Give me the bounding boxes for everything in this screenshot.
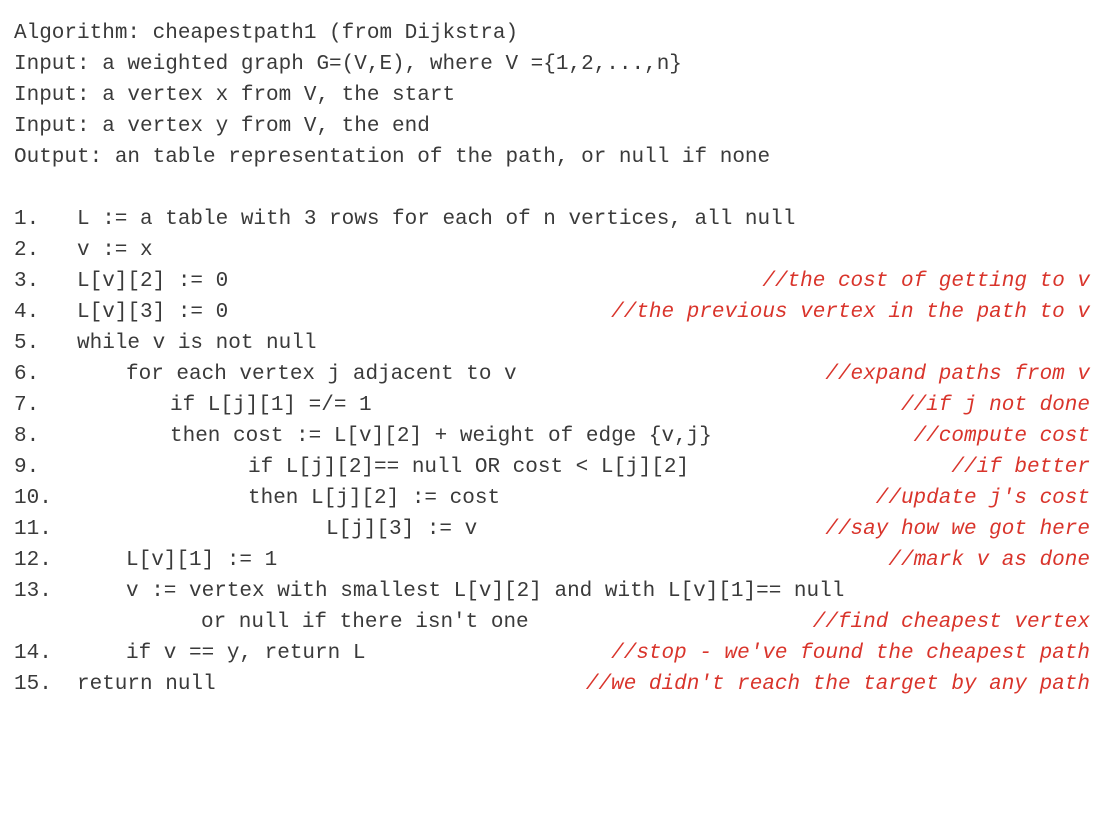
step-line-7: 7. if L[j][1] =/= 1 //if j not done [14,390,1090,421]
step-line-9: 9. if L[j][2]== null OR cost < L[j][2] /… [14,452,1090,483]
step-number: 11. [14,518,52,541]
step-comment: //say how we got here [825,518,1090,541]
step-line-12: 12. L[v][1] := 1 //mark v as done [14,545,1090,576]
step-code: v := vertex with smallest L[v][2] and wi… [126,580,845,603]
step-comment: //stop - we've found the cheapest path [611,642,1090,665]
step-code: if L[j][2]== null OR cost < L[j][2] [248,456,690,479]
step-number: 14. [14,642,52,665]
header-line-output: Output: an table representation of the p… [14,146,771,169]
step-line-10: 10. then L[j][2] := cost //update j's co… [14,483,1090,514]
step-code: return null [77,673,216,696]
step-line-14: 14. if v == y, return L //stop - we've f… [14,638,1090,669]
header-line-input-start: Input: a vertex x from V, the start [14,84,456,107]
step-code: L[v][1] := 1 [126,549,278,572]
step-number: 8. [14,425,40,448]
step-number: 2. [14,239,40,262]
step-code: if v == y, return L [126,642,366,665]
step-number: 3. [14,270,40,293]
step-number: 9. [14,456,40,479]
step-line-3: 3. L[v][2] := 0 //the cost of getting to… [14,266,1090,297]
step-line-13: 13. v := vertex with smallest L[v][2] an… [14,576,1090,607]
step-comment: //if j not done [900,394,1090,417]
step-number: 5. [14,332,40,355]
step-comment: //compute cost [913,425,1090,448]
header-line-input-end: Input: a vertex y from V, the end [14,115,430,138]
step-code: L[v][3] := 0 [77,301,229,324]
step-comment: //mark v as done [888,549,1090,572]
step-number: 10. [14,487,52,510]
step-code: while v is not null [77,332,317,355]
step-comment: //update j's cost [875,487,1090,510]
step-line-8: 8. then cost := L[v][2] + weight of edge… [14,421,1090,452]
step-number: 1. [14,208,40,231]
step-line-11: 11. L[j][3] := v //say how we got here [14,514,1090,545]
step-number: 15. [14,673,52,696]
step-code: if L[j][1] =/= 1 [170,394,372,417]
step-comment: //we didn't reach the target by any path [585,673,1090,696]
step-line-2: 2. v := x [14,235,1090,266]
step-comment: //the previous vertex in the path to v [611,301,1090,324]
step-code: L[v][2] := 0 [77,270,229,293]
step-number: 7. [14,394,40,417]
step-line-1: 1. L := a table with 3 rows for each of … [14,204,1090,235]
step-comment: //the cost of getting to v [762,270,1090,293]
step-code: or null if there isn't one [201,611,529,634]
step-line-5: 5. while v is not null [14,328,1090,359]
step-comment: //find cheapest vertex [812,611,1090,634]
step-line-15: 15. return null //we didn't reach the ta… [14,669,1090,700]
step-number: 6. [14,363,40,386]
step-number: 12. [14,549,52,572]
step-line-6: 6. for each vertex j adjacent to v //exp… [14,359,1090,390]
step-comment: //if better [951,456,1090,479]
header-line-input-graph: Input: a weighted graph G=(V,E), where V… [14,53,682,76]
step-number: 13. [14,580,52,603]
step-line-13-continued: or null if there isn't one //find cheape… [14,607,1090,638]
step-code: then L[j][2] := cost [248,487,501,510]
step-code: L := a table with 3 rows for each of n v… [77,208,796,231]
step-code: then cost := L[v][2] + weight of edge {v… [170,425,712,448]
step-comment: //expand paths from v [825,363,1090,386]
header-line-title: Algorithm: cheapestpath1 (from Dijkstra) [14,22,519,45]
step-code: v := x [77,239,153,262]
step-code: for each vertex j adjacent to v [126,363,517,386]
step-line-4: 4. L[v][3] := 0 //the previous vertex in… [14,297,1090,328]
step-number: 4. [14,301,40,324]
step-code: L[j][3] := v [326,518,478,541]
algorithm-document: Algorithm: cheapestpath1 (from Dijkstra)… [14,18,1090,700]
